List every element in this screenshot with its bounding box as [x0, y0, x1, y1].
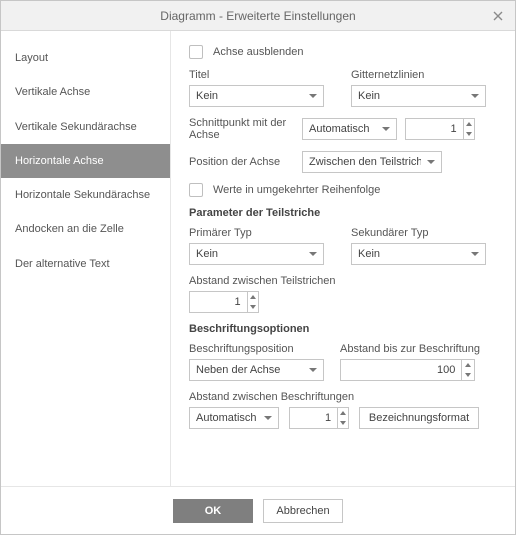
close-icon[interactable] — [489, 7, 507, 25]
primary-type-value: Kein — [196, 248, 218, 260]
chevron-down-icon — [309, 252, 317, 256]
intersection-select[interactable]: Automatisch — [302, 118, 397, 140]
label-distance-label: Abstand bis zur Beschriftung — [340, 343, 480, 355]
tick-section-heading: Parameter der Teilstriche — [189, 207, 497, 219]
ok-button[interactable]: OK — [173, 499, 253, 523]
label-spacing-select-value: Automatisch — [196, 412, 257, 424]
chevron-down-icon — [382, 127, 390, 131]
tick-spacing-input[interactable] — [190, 292, 247, 312]
sidebar-item-layout[interactable]: Layout — [1, 41, 170, 75]
sidebar-item-dock-cell[interactable]: Andocken an die Zelle — [1, 212, 170, 246]
cancel-button[interactable]: Abbrechen — [263, 499, 343, 523]
sidebar-item-label: Horizontale Achse — [15, 155, 104, 167]
label-distance-spinner[interactable] — [340, 359, 475, 381]
label-spacing-label: Abstand zwischen Beschriftungen — [189, 391, 497, 403]
spinner-up-icon[interactable] — [248, 292, 258, 302]
label-spacing-select[interactable]: Automatisch — [189, 407, 279, 429]
chevron-down-icon — [427, 160, 435, 164]
label-format-button[interactable]: Bezeichnungsformat — [359, 407, 479, 429]
reverse-checkbox[interactable] — [189, 183, 203, 197]
dialog-title: Diagramm - Erweiterte Einstellungen — [160, 9, 355, 23]
sidebar-item-alt-text[interactable]: Der alternative Text — [1, 247, 170, 281]
hide-axis-label: Achse ausblenden — [213, 46, 304, 58]
primary-type-select[interactable]: Kein — [189, 243, 324, 265]
label-position-label: Beschriftungsposition — [189, 343, 324, 355]
hide-axis-row: Achse ausblenden — [189, 45, 497, 59]
spinner-up-icon[interactable] — [462, 360, 474, 370]
label-distance-input[interactable] — [341, 360, 461, 380]
chevron-down-icon — [309, 368, 317, 372]
axis-position-select-value: Zwischen den Teilstrichen — [309, 156, 421, 168]
secondary-type-value: Kein — [358, 248, 380, 260]
spinner-up-icon[interactable] — [338, 408, 348, 418]
sidebar-item-horizontal-axis[interactable]: Horizontale Achse — [1, 144, 170, 178]
label-spacing-input[interactable] — [290, 408, 337, 428]
title-select[interactable]: Kein — [189, 85, 324, 107]
label-format-button-label: Bezeichnungsformat — [369, 412, 469, 424]
chevron-down-icon — [471, 94, 479, 98]
tick-spacing-label: Abstand zwischen Teilstrichen — [189, 275, 497, 287]
spinner-down-icon[interactable] — [338, 418, 348, 428]
intersection-select-value: Automatisch — [309, 123, 370, 135]
gridlines-select-value: Kein — [358, 90, 380, 102]
gridlines-label: Gitternetzlinien — [351, 69, 497, 81]
sidebar-item-label: Layout — [15, 52, 48, 64]
reverse-label: Werte in umgekehrter Reihenfolge — [213, 184, 380, 196]
chevron-down-icon — [309, 94, 317, 98]
intersection-spinner[interactable] — [405, 118, 475, 140]
label-position-select[interactable]: Neben der Achse — [189, 359, 324, 381]
cancel-button-label: Abbrechen — [276, 505, 329, 517]
dialog: Diagramm - Erweiterte Einstellungen Layo… — [0, 0, 516, 535]
content-panel: Achse ausblenden Titel Kein Gitternetzli… — [171, 31, 515, 486]
intersection-input[interactable] — [406, 119, 463, 139]
label-spacing-spinner[interactable] — [289, 407, 349, 429]
dialog-body: Layout Vertikale Achse Vertikale Sekundä… — [1, 31, 515, 486]
sidebar-item-label: Vertikale Sekundärachse — [15, 121, 137, 133]
gridlines-select[interactable]: Kein — [351, 85, 486, 107]
sidebar-item-label: Vertikale Achse — [15, 86, 90, 98]
axis-position-label: Position der Achse — [189, 156, 294, 168]
titlebar: Diagramm - Erweiterte Einstellungen — [1, 1, 515, 31]
sidebar-item-label: Horizontale Sekundärachse — [15, 189, 150, 201]
secondary-type-select[interactable]: Kein — [351, 243, 486, 265]
tick-spacing-spinner[interactable] — [189, 291, 259, 313]
sidebar-item-label: Andocken an die Zelle — [15, 223, 124, 235]
chevron-down-icon — [264, 416, 272, 420]
label-section-heading: Beschriftungsoptionen — [189, 323, 497, 335]
spinner-up-icon[interactable] — [464, 119, 474, 129]
intersection-label: Schnittpunkt mit der Achse — [189, 117, 294, 141]
ok-button-label: OK — [205, 505, 222, 517]
chevron-down-icon — [471, 252, 479, 256]
spinner-down-icon[interactable] — [462, 370, 474, 380]
axis-position-select[interactable]: Zwischen den Teilstrichen — [302, 151, 442, 173]
title-label: Titel — [189, 69, 335, 81]
primary-type-label: Primärer Typ — [189, 227, 335, 239]
spinner-down-icon[interactable] — [464, 129, 474, 139]
sidebar-item-vertical-axis[interactable]: Vertikale Achse — [1, 75, 170, 109]
sidebar-item-label: Der alternative Text — [15, 258, 110, 270]
label-position-value: Neben der Achse — [196, 364, 280, 376]
title-select-value: Kein — [196, 90, 218, 102]
sidebar-item-horizontal-secondary-axis[interactable]: Horizontale Sekundärachse — [1, 178, 170, 212]
secondary-type-label: Sekundärer Typ — [351, 227, 497, 239]
sidebar-item-vertical-secondary-axis[interactable]: Vertikale Sekundärachse — [1, 110, 170, 144]
dialog-footer: OK Abbrechen — [1, 486, 515, 534]
sidebar: Layout Vertikale Achse Vertikale Sekundä… — [1, 31, 171, 486]
spinner-down-icon[interactable] — [248, 302, 258, 312]
hide-axis-checkbox[interactable] — [189, 45, 203, 59]
